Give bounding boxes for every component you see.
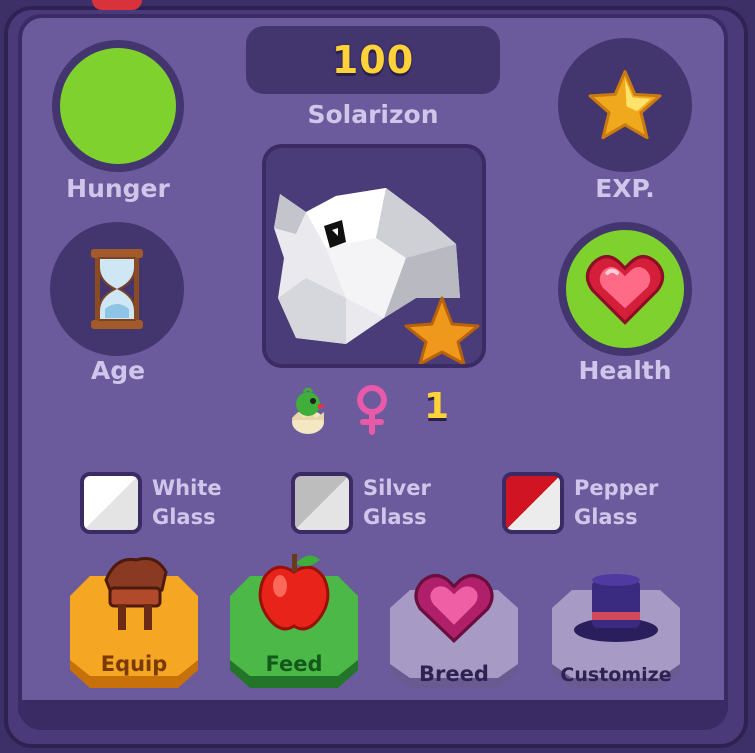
gene-swatch xyxy=(80,472,142,534)
hunger-label: Hunger xyxy=(66,174,170,203)
heart-gem-icon xyxy=(414,574,494,644)
hunger-meter[interactable] xyxy=(52,40,184,172)
gene-name-line1: Pepper xyxy=(574,476,659,500)
age-meter[interactable] xyxy=(50,222,184,356)
breed-button[interactable]: Breed xyxy=(388,574,520,704)
feed-button[interactable]: Feed xyxy=(228,554,360,690)
score-value: 100 xyxy=(331,38,415,82)
gene-swatch xyxy=(291,472,353,534)
gene-name-line1: Silver xyxy=(363,476,431,500)
age-label: Age xyxy=(90,356,146,385)
customize-label: Customize xyxy=(560,664,672,686)
score-box: 100 xyxy=(246,26,500,94)
gene-pepper-glass[interactable]: Pepper Glass xyxy=(502,472,658,534)
pet-name: Solarizon xyxy=(307,100,439,129)
customize-button[interactable]: Customize xyxy=(550,574,682,704)
hourglass-icon xyxy=(91,249,143,329)
female-symbol-icon xyxy=(352,384,392,436)
top-hat-icon xyxy=(574,574,658,642)
gene-name-line2: Glass xyxy=(363,505,427,529)
pet-rank-star-icon xyxy=(404,296,480,364)
gene-name-line2: Glass xyxy=(574,505,638,529)
pet-portrait[interactable] xyxy=(262,144,486,368)
heart-icon xyxy=(585,255,665,325)
ribbon-decoration xyxy=(92,0,142,10)
breed-label: Breed xyxy=(419,662,489,686)
gene-name-line1: White xyxy=(152,476,222,500)
pet-image xyxy=(274,188,480,364)
level-value: 1 xyxy=(424,386,450,427)
feed-label: Feed xyxy=(265,652,323,676)
exp-meter[interactable] xyxy=(558,38,692,172)
saddle-icon xyxy=(104,557,168,630)
equip-button[interactable]: Equip xyxy=(68,557,200,690)
equip-label: Equip xyxy=(100,652,168,676)
gene-white-glass[interactable]: White Glass xyxy=(80,472,222,534)
star-icon xyxy=(588,70,662,140)
hunger-fill xyxy=(60,48,176,164)
health-meter[interactable] xyxy=(558,222,692,356)
gene-silver-glass[interactable]: Silver Glass xyxy=(291,472,431,534)
gene-swatch xyxy=(502,472,564,534)
hatchling-icon xyxy=(286,384,330,436)
exp-label: EXP. xyxy=(595,174,655,203)
health-label: Health xyxy=(578,356,672,385)
gene-name-line2: Glass xyxy=(152,505,216,529)
panel-bottom-edge xyxy=(18,700,728,730)
apple-icon xyxy=(258,554,330,631)
